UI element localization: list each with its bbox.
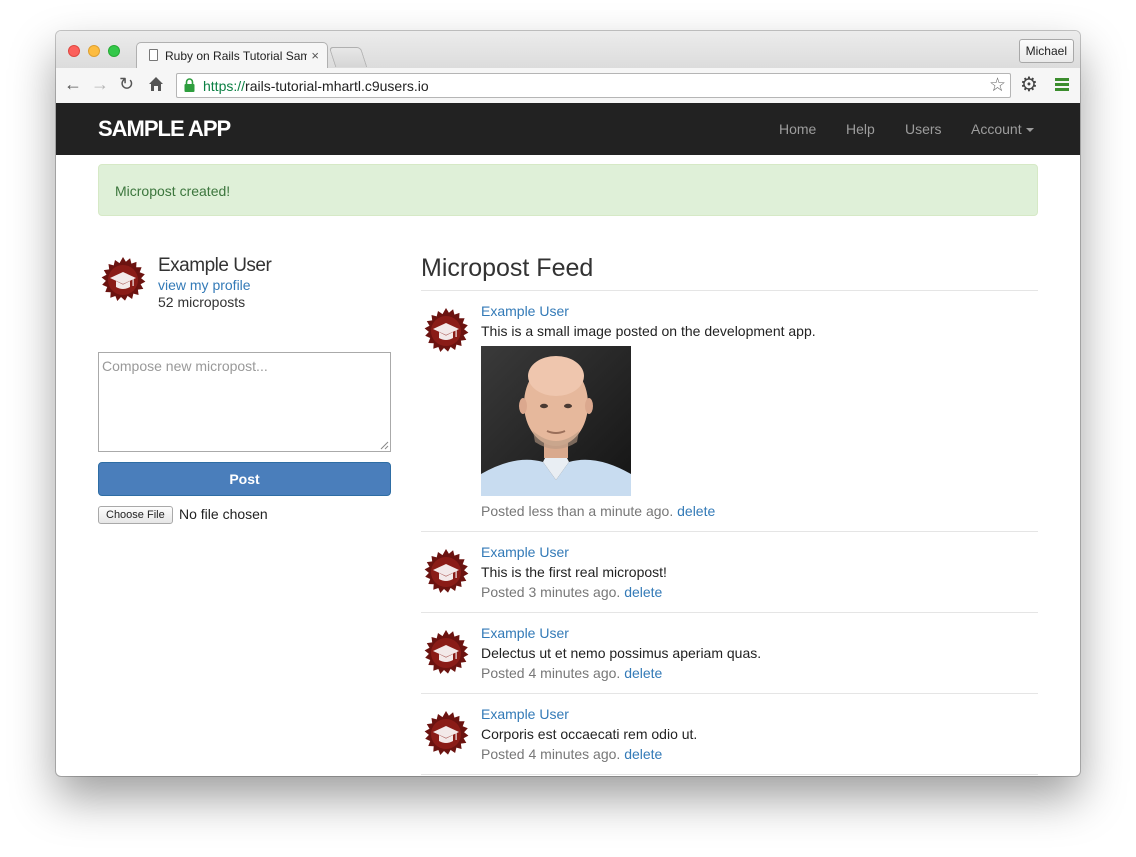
post-content: This is the first real micropost! bbox=[481, 564, 667, 580]
post-avatar[interactable] bbox=[423, 308, 469, 354]
feed-title: Micropost Feed bbox=[421, 254, 594, 282]
delete-link[interactable]: delete bbox=[624, 665, 662, 681]
browser-toolbar: ← → ↻ https://rails-tutorial-mhartl.c9us… bbox=[56, 68, 1080, 104]
post-timestamp: Posted 4 minutes ago. delete bbox=[481, 746, 663, 762]
caret-down-icon bbox=[1025, 128, 1034, 133]
post-user-link[interactable]: Example User bbox=[481, 706, 569, 722]
post-user-link[interactable]: Example User bbox=[481, 544, 569, 560]
nav-account-label: Account bbox=[971, 121, 1022, 137]
post-button[interactable]: Post bbox=[98, 462, 391, 496]
lock-icon bbox=[184, 78, 195, 92]
post-timestamp: Posted 4 minutes ago. delete bbox=[481, 665, 663, 681]
delete-link[interactable]: delete bbox=[624, 584, 662, 600]
page-icon bbox=[149, 49, 158, 61]
file-status: No file chosen bbox=[179, 506, 268, 522]
flash-success: Micropost created! bbox=[98, 164, 1038, 216]
post-user-link[interactable]: Example User bbox=[481, 303, 569, 319]
back-icon[interactable]: ← bbox=[64, 74, 82, 94]
post-avatar[interactable] bbox=[423, 630, 469, 676]
nav-home[interactable]: Home bbox=[779, 121, 816, 137]
settings-gear-icon[interactable]: ⚙ bbox=[1020, 72, 1038, 97]
micropost-count: 52 microposts bbox=[158, 294, 246, 310]
post-content: Delectus ut et nemo possimus aperiam qua… bbox=[481, 645, 762, 661]
view-profile-link[interactable]: view my profile bbox=[158, 277, 251, 293]
browser-tab[interactable]: Ruby on Rails Tutorial Sample App × bbox=[136, 42, 328, 69]
close-window-button[interactable] bbox=[68, 45, 80, 57]
nav-help[interactable]: Help bbox=[846, 121, 875, 137]
home-icon[interactable] bbox=[148, 74, 164, 96]
new-tab-button[interactable] bbox=[328, 47, 368, 67]
divider bbox=[421, 612, 1038, 613]
browser-window: Ruby on Rails Tutorial Sample App × Mich… bbox=[56, 31, 1080, 776]
divider bbox=[421, 774, 1038, 775]
nav-account[interactable]: Account bbox=[971, 121, 1034, 137]
user-avatar[interactable] bbox=[100, 257, 146, 303]
resize-grip-icon[interactable] bbox=[380, 441, 389, 450]
maximize-window-button[interactable] bbox=[108, 45, 120, 57]
menu-icon[interactable] bbox=[1055, 78, 1069, 93]
profile-button[interactable]: Michael bbox=[1018, 39, 1074, 63]
post-timestamp: Posted 3 minutes ago. delete bbox=[481, 584, 663, 600]
tab-bar: Ruby on Rails Tutorial Sample App × Mich… bbox=[56, 31, 1080, 69]
divider bbox=[421, 531, 1038, 532]
post-timestamp: Posted less than a minute ago. delete bbox=[481, 503, 716, 519]
bookmark-star-icon[interactable]: ☆ bbox=[989, 74, 1006, 97]
post-user-link[interactable]: Example User bbox=[481, 625, 569, 641]
delete-link[interactable]: delete bbox=[677, 503, 715, 519]
forward-icon[interactable]: → bbox=[91, 74, 109, 94]
reload-icon[interactable]: ↻ bbox=[119, 74, 134, 94]
divider bbox=[421, 290, 1038, 291]
divider bbox=[421, 693, 1038, 694]
nav-users[interactable]: Users bbox=[905, 121, 942, 137]
tab-close-icon[interactable]: × bbox=[311, 48, 319, 63]
app-navbar: sample app Home Help Users Account bbox=[56, 103, 1080, 155]
app-logo[interactable]: sample app bbox=[98, 116, 231, 142]
user-name: Example User bbox=[158, 255, 272, 276]
minimize-window-button[interactable] bbox=[88, 45, 100, 57]
tab-title: Ruby on Rails Tutorial Sample App bbox=[165, 49, 307, 63]
address-bar[interactable]: https://rails-tutorial-mhartl.c9users.io… bbox=[176, 73, 1011, 98]
post-avatar[interactable] bbox=[423, 549, 469, 595]
flash-message: Micropost created! bbox=[115, 183, 231, 199]
post-content: Corporis est occaecati rem odio ut. bbox=[481, 726, 698, 742]
choose-file-button[interactable]: Choose File bbox=[98, 506, 173, 524]
post-image bbox=[481, 346, 631, 496]
url-text: https://rails-tutorial-mhartl.c9users.io bbox=[203, 78, 429, 94]
delete-link[interactable]: delete bbox=[624, 746, 662, 762]
compose-micropost-input[interactable] bbox=[98, 352, 391, 452]
post-avatar[interactable] bbox=[423, 711, 469, 757]
post-content: This is a small image posted on the deve… bbox=[481, 323, 816, 339]
